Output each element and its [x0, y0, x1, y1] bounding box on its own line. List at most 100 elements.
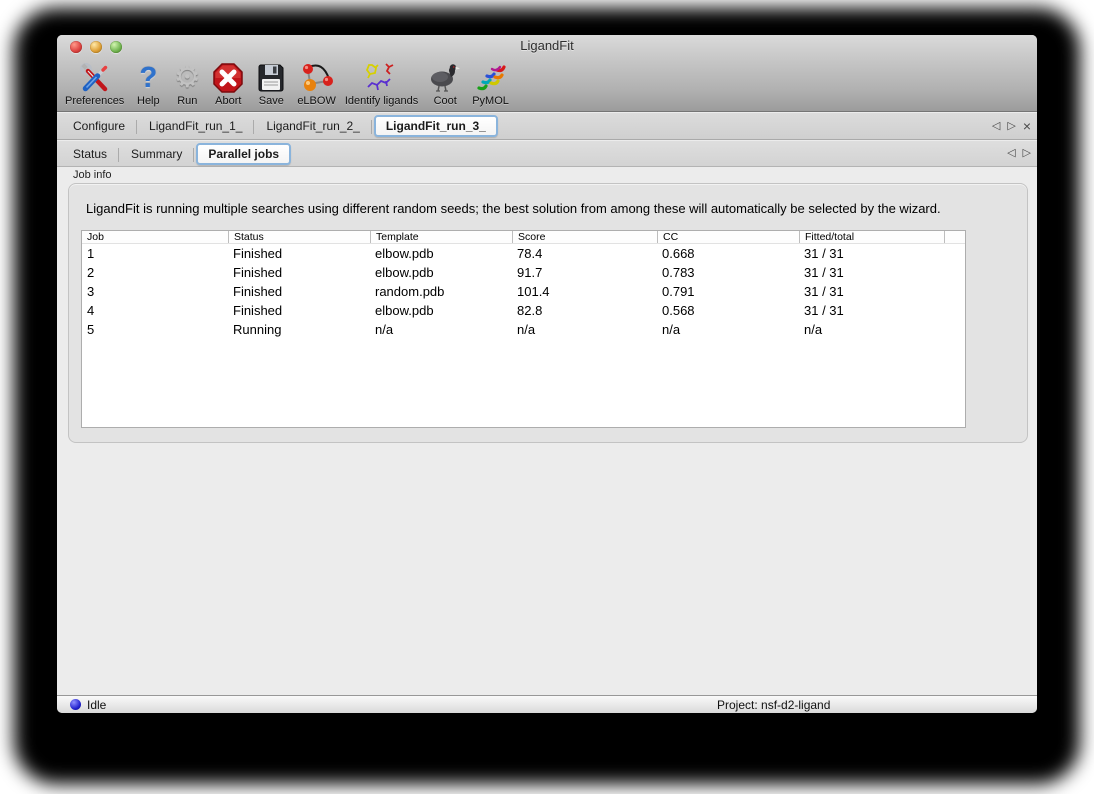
project-label: Project: nsf-d2-ligand	[717, 698, 830, 712]
tab-ligandfit-run-2[interactable]: LigandFit_run_2_	[254, 115, 371, 137]
sub-tab-nav: ◁ ▷	[1007, 141, 1031, 166]
tab-ligandfit-run-3[interactable]: LigandFit_run_3_	[374, 115, 498, 137]
title-bar[interactable]: LigandFit	[57, 35, 1037, 57]
abort-button[interactable]: Abort	[211, 60, 245, 107]
tab-configure[interactable]: Configure	[61, 115, 137, 137]
table-row[interactable]: 1Finishedelbow.pdb78.40.66831 / 31	[82, 244, 965, 263]
jobs-table[interactable]: Job Status Template Score CC Fitted/tota…	[81, 230, 966, 428]
toolbar: Preferences ? Help ⚙ Run	[57, 57, 1037, 112]
toolbar-item-label: Save	[259, 95, 284, 107]
table-cell: random.pdb	[370, 282, 512, 301]
column-header-template[interactable]: Template	[370, 231, 512, 243]
tab-scroll-left-icon[interactable]: ◁	[992, 121, 1000, 132]
subtab-scroll-left-icon[interactable]: ◁	[1007, 148, 1015, 159]
table-cell: n/a	[799, 320, 944, 339]
table-row[interactable]: 4Finishedelbow.pdb82.80.56831 / 31	[82, 301, 965, 320]
table-row[interactable]: 5Runningn/an/an/an/a	[82, 320, 965, 339]
table-cell: Finished	[228, 282, 370, 301]
toolbar-item-label: Help	[137, 95, 160, 107]
column-header-filler	[944, 231, 965, 243]
preferences-button[interactable]: Preferences	[65, 60, 124, 107]
table-cell: 31 / 31	[799, 301, 944, 320]
table-cell: elbow.pdb	[370, 244, 512, 263]
help-button[interactable]: ? Help	[133, 60, 163, 107]
table-cell-filler	[944, 320, 965, 339]
toolbar-item-label: Run	[177, 95, 197, 107]
table-row[interactable]: 3Finishedrandom.pdb101.40.79131 / 31	[82, 282, 965, 301]
table-cell: 3	[82, 282, 228, 301]
tab-summary[interactable]: Summary	[119, 143, 194, 165]
tab-status[interactable]: Status	[61, 143, 119, 165]
table-cell: Finished	[228, 244, 370, 263]
table-cell: 31 / 31	[799, 282, 944, 301]
pymol-button[interactable]: PyMOL	[472, 60, 509, 107]
table-cell: 0.791	[657, 282, 799, 301]
job-info-groupbox: LigandFit is running multiple searches u…	[68, 183, 1028, 443]
parallel-jobs-panel: Job info LigandFit is running multiple s…	[57, 167, 1037, 695]
table-cell: n/a	[657, 320, 799, 339]
main-tab-nav: ◁ ▷ ×	[992, 113, 1031, 139]
question-mark-icon: ?	[133, 60, 163, 96]
save-button[interactable]: Save	[254, 60, 288, 107]
tab-ligandfit-run-1[interactable]: LigandFit_run_1_	[137, 115, 254, 137]
toolbar-item-label: Abort	[215, 95, 241, 107]
main-tab-bar: Configure LigandFit_run_1_ LigandFit_run…	[57, 113, 1037, 140]
table-cell: 78.4	[512, 244, 657, 263]
tab-close-icon[interactable]: ×	[1023, 119, 1031, 133]
table-row[interactable]: 2Finishedelbow.pdb91.70.78331 / 31	[82, 263, 965, 282]
sub-tab-bar: Status Summary Parallel jobs ◁ ▷	[57, 141, 1037, 167]
toolbar-item-label: PyMOL	[472, 95, 509, 107]
gear-icon: ⚙	[172, 60, 202, 96]
subtab-scroll-right-icon[interactable]: ▷	[1023, 148, 1031, 159]
window-chrome: LigandFit	[57, 35, 1037, 112]
tools-icon	[65, 60, 124, 96]
column-header-job[interactable]: Job	[82, 231, 228, 243]
table-cell: 4	[82, 301, 228, 320]
column-header-score[interactable]: Score	[512, 231, 657, 243]
table-cell-filler	[944, 263, 965, 282]
identify-ligands-button[interactable]: Identify ligands	[345, 60, 418, 107]
table-cell: 31 / 31	[799, 244, 944, 263]
window-title: LigandFit	[57, 38, 1037, 53]
elbow-button[interactable]: eLBOW	[297, 60, 336, 107]
toolbar-item-label: eLBOW	[297, 95, 336, 107]
table-cell: 82.8	[512, 301, 657, 320]
table-cell: n/a	[370, 320, 512, 339]
table-cell: 5	[82, 320, 228, 339]
table-cell: elbow.pdb	[370, 263, 512, 282]
column-header-cc[interactable]: CC	[657, 231, 799, 243]
table-header-row: Job Status Template Score CC Fitted/tota…	[82, 231, 965, 244]
table-cell: 101.4	[512, 282, 657, 301]
ligandfit-window: LigandFit	[57, 35, 1037, 713]
table-cell: elbow.pdb	[370, 301, 512, 320]
coot-button[interactable]: Coot	[427, 60, 463, 107]
table-cell: 0.568	[657, 301, 799, 320]
rainbow-ribbon-icon	[472, 60, 509, 96]
table-cell-filler	[944, 301, 965, 320]
table-cell: 0.783	[657, 263, 799, 282]
job-description-text: LigandFit is running multiple searches u…	[86, 201, 941, 216]
table-cell: 1	[82, 244, 228, 263]
status-text: Idle	[87, 698, 106, 712]
table-cell: 31 / 31	[799, 263, 944, 282]
toolbar-item-label: Coot	[434, 95, 457, 107]
table-cell: 0.668	[657, 244, 799, 263]
table-cell: Running	[228, 320, 370, 339]
table-cell: 91.7	[512, 263, 657, 282]
table-cell: n/a	[512, 320, 657, 339]
table-cell: Finished	[228, 263, 370, 282]
column-header-fitted-total[interactable]: Fitted/total	[799, 231, 944, 243]
status-bar: Idle Project: nsf-d2-ligand	[57, 695, 1037, 713]
table-cell: 2	[82, 263, 228, 282]
coot-bird-icon	[427, 60, 463, 96]
tab-scroll-right-icon[interactable]: ▷	[1007, 121, 1015, 132]
column-header-status[interactable]: Status	[228, 231, 370, 243]
tab-parallel-jobs[interactable]: Parallel jobs	[196, 143, 291, 165]
groupbox-label: Job info	[73, 169, 112, 181]
table-cell: Finished	[228, 301, 370, 320]
run-button[interactable]: ⚙ Run	[172, 60, 202, 107]
screenshot-stage: LigandFit	[0, 0, 1094, 794]
idle-status-dot-icon	[70, 699, 81, 710]
molecule-icon	[297, 60, 336, 96]
toolbar-item-label: Identify ligands	[345, 95, 418, 107]
